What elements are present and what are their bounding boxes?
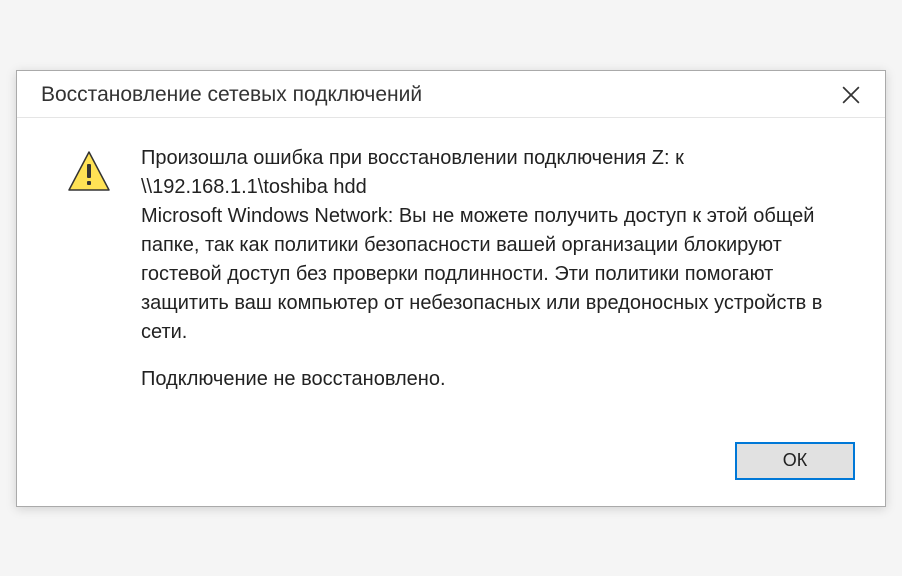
dialog-footnote: Подключение не восстановлено. — [141, 365, 845, 394]
close-button[interactable] — [829, 79, 873, 111]
warning-icon — [65, 148, 113, 196]
ok-button[interactable]: ОК — [735, 442, 855, 480]
titlebar: Восстановление сетевых подключений — [17, 71, 885, 118]
icon-column — [65, 144, 113, 412]
dialog-window: Восстановление сетевых подключений Произ… — [16, 70, 886, 507]
close-icon — [842, 86, 860, 104]
message-column: Произошла ошибка при восстановлении подк… — [141, 144, 845, 412]
dialog-title: Восстановление сетевых подключений — [41, 83, 422, 107]
dialog-body: Произошла ошибка при восстановлении подк… — [17, 118, 885, 432]
dialog-message: Произошла ошибка при восстановлении подк… — [141, 144, 845, 347]
dialog-footer: ОК — [17, 432, 885, 506]
